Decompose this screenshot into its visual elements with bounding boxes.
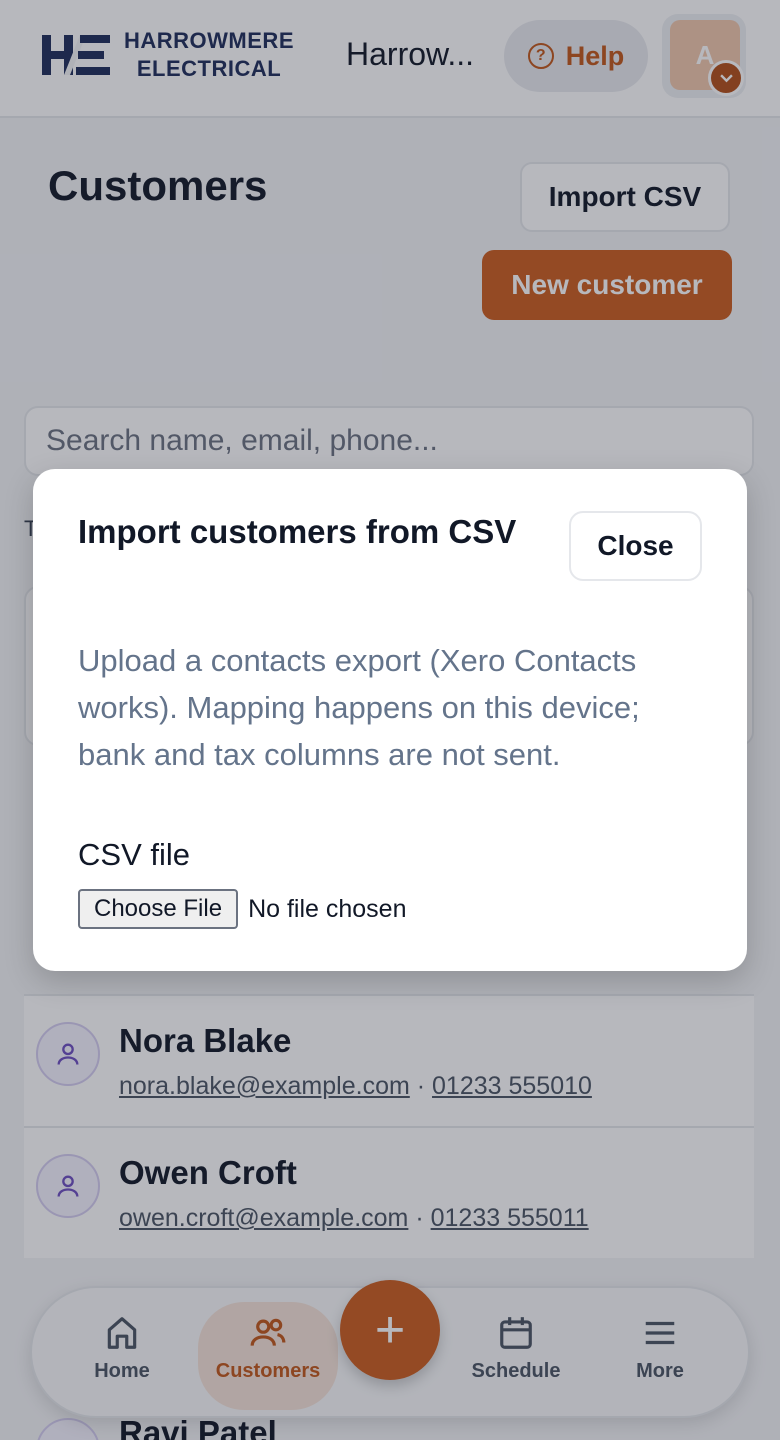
- dialog-title: Import customers from CSV: [78, 513, 517, 550]
- import-csv-dialog: Import customers from CSV Close Upload a…: [33, 469, 747, 971]
- file-status-text: No file chosen: [248, 894, 407, 923]
- choose-file-button[interactable]: Choose File: [78, 889, 239, 929]
- csv-file-label: CSV file: [78, 837, 190, 872]
- csv-file-input: Choose File No file chosen: [78, 889, 407, 929]
- dialog-description: Upload a contacts export (Xero Contacts …: [78, 643, 640, 772]
- close-button[interactable]: Close: [569, 511, 702, 581]
